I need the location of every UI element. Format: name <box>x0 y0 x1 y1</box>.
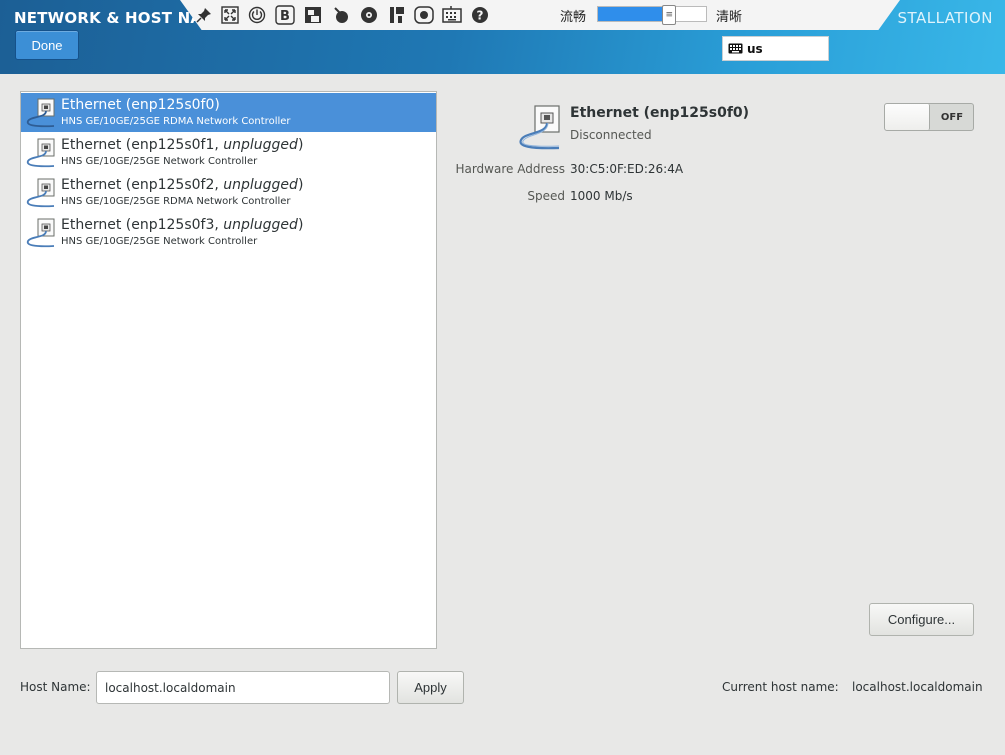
hardware-address-value: 30:C5:0F:ED:26:4A <box>570 162 684 176</box>
keyboard-icon[interactable] <box>442 5 462 25</box>
quality-slider-fill <box>598 7 670 21</box>
svg-text:?: ? <box>477 9 484 23</box>
installation-title: STALLATION <box>897 9 993 27</box>
device-row-4[interactable]: Ethernet (enp125s0f3, unplugged) HNS GE/1… <box>21 213 436 252</box>
mouse-icon[interactable] <box>331 5 351 25</box>
quality-smooth-label: 流畅 <box>560 10 587 25</box>
device-row-1[interactable]: Ethernet (enp125s0f0) HNS GE/10GE/25GE RD… <box>21 93 436 132</box>
device-status: unplugged <box>223 177 298 193</box>
fullscreen-icon[interactable] <box>220 5 240 25</box>
device-name: Ethernet (enp125s0f2, unplugged) <box>61 177 304 193</box>
keyboard-layout-label: us <box>747 41 763 56</box>
current-host-name-label: Current host name: <box>722 680 839 694</box>
quality-slider[interactable]: ≡ <box>597 5 707 25</box>
page-title: NETWORK & HOST NA <box>14 9 203 27</box>
save-icon[interactable] <box>387 5 407 25</box>
keyboard-icon <box>728 43 743 54</box>
quality-clear-label: 清晰 <box>716 10 743 25</box>
device-name: Ethernet (enp125s0f0) <box>61 97 220 113</box>
device-status: unplugged <box>223 137 298 153</box>
quality-slider-thumb[interactable]: ≡ <box>662 5 677 25</box>
current-host-name-value: localhost.localdomain <box>852 680 983 694</box>
host-name-input[interactable] <box>96 671 390 704</box>
disc-icon[interactable] <box>359 5 379 25</box>
device-status: unplugged <box>223 217 298 233</box>
bold-b-icon[interactable]: B <box>275 5 295 25</box>
configure-button[interactable]: Configure... <box>869 603 974 636</box>
device-row-2[interactable]: Ethernet (enp125s0f1, unplugged) HNS GE/1… <box>21 133 436 172</box>
power-icon[interactable] <box>247 5 267 25</box>
screenshot-icon[interactable] <box>303 5 323 25</box>
ethernet-port-icon <box>25 177 57 209</box>
device-power-switch[interactable]: OFF <box>884 103 974 131</box>
device-row-3[interactable]: Ethernet (enp125s0f2, unplugged) HNS GE/1… <box>21 173 436 212</box>
selected-device-state: Disconnected <box>570 128 652 142</box>
device-description: HNS GE/10GE/25GE Network Controller <box>61 156 258 167</box>
selected-device-name: Ethernet (enp125s0f0) <box>570 105 750 121</box>
record-icon[interactable] <box>414 5 434 25</box>
remote-console-toolbar: B ? 流畅 ≡ 清晰 <box>180 0 900 30</box>
help-icon[interactable]: ? <box>470 5 490 25</box>
ethernet-port-icon <box>25 217 57 249</box>
power-switch-knob <box>885 104 930 130</box>
device-description: HNS GE/10GE/25GE RDMA Network Controller <box>61 116 291 127</box>
done-button[interactable]: Done <box>15 30 79 60</box>
speed-label: Speed <box>527 189 565 203</box>
ethernet-port-icon <box>25 97 57 129</box>
device-description: HNS GE/10GE/25GE RDMA Network Controller <box>61 196 291 207</box>
ethernet-port-icon <box>519 105 560 150</box>
host-name-label: Host Name: <box>20 680 91 694</box>
device-name: Ethernet (enp125s0f1, unplugged) <box>61 137 304 153</box>
hardware-address-label: Hardware Address <box>455 162 565 176</box>
speed-value: 1000 Mb/s <box>570 189 633 203</box>
power-switch-state: OFF <box>940 111 964 123</box>
ethernet-port-icon <box>25 137 57 169</box>
device-name: Ethernet (enp125s0f3, unplugged) <box>61 217 304 233</box>
svg-text:B: B <box>280 9 290 24</box>
keyboard-layout-indicator[interactable]: us <box>722 36 829 61</box>
network-device-list[interactable]: Ethernet (enp125s0f0) HNS GE/10GE/25GE RD… <box>20 91 437 649</box>
device-description: HNS GE/10GE/25GE Network Controller <box>61 236 258 247</box>
apply-button[interactable]: Apply <box>397 671 464 704</box>
pin-icon[interactable] <box>194 5 214 25</box>
